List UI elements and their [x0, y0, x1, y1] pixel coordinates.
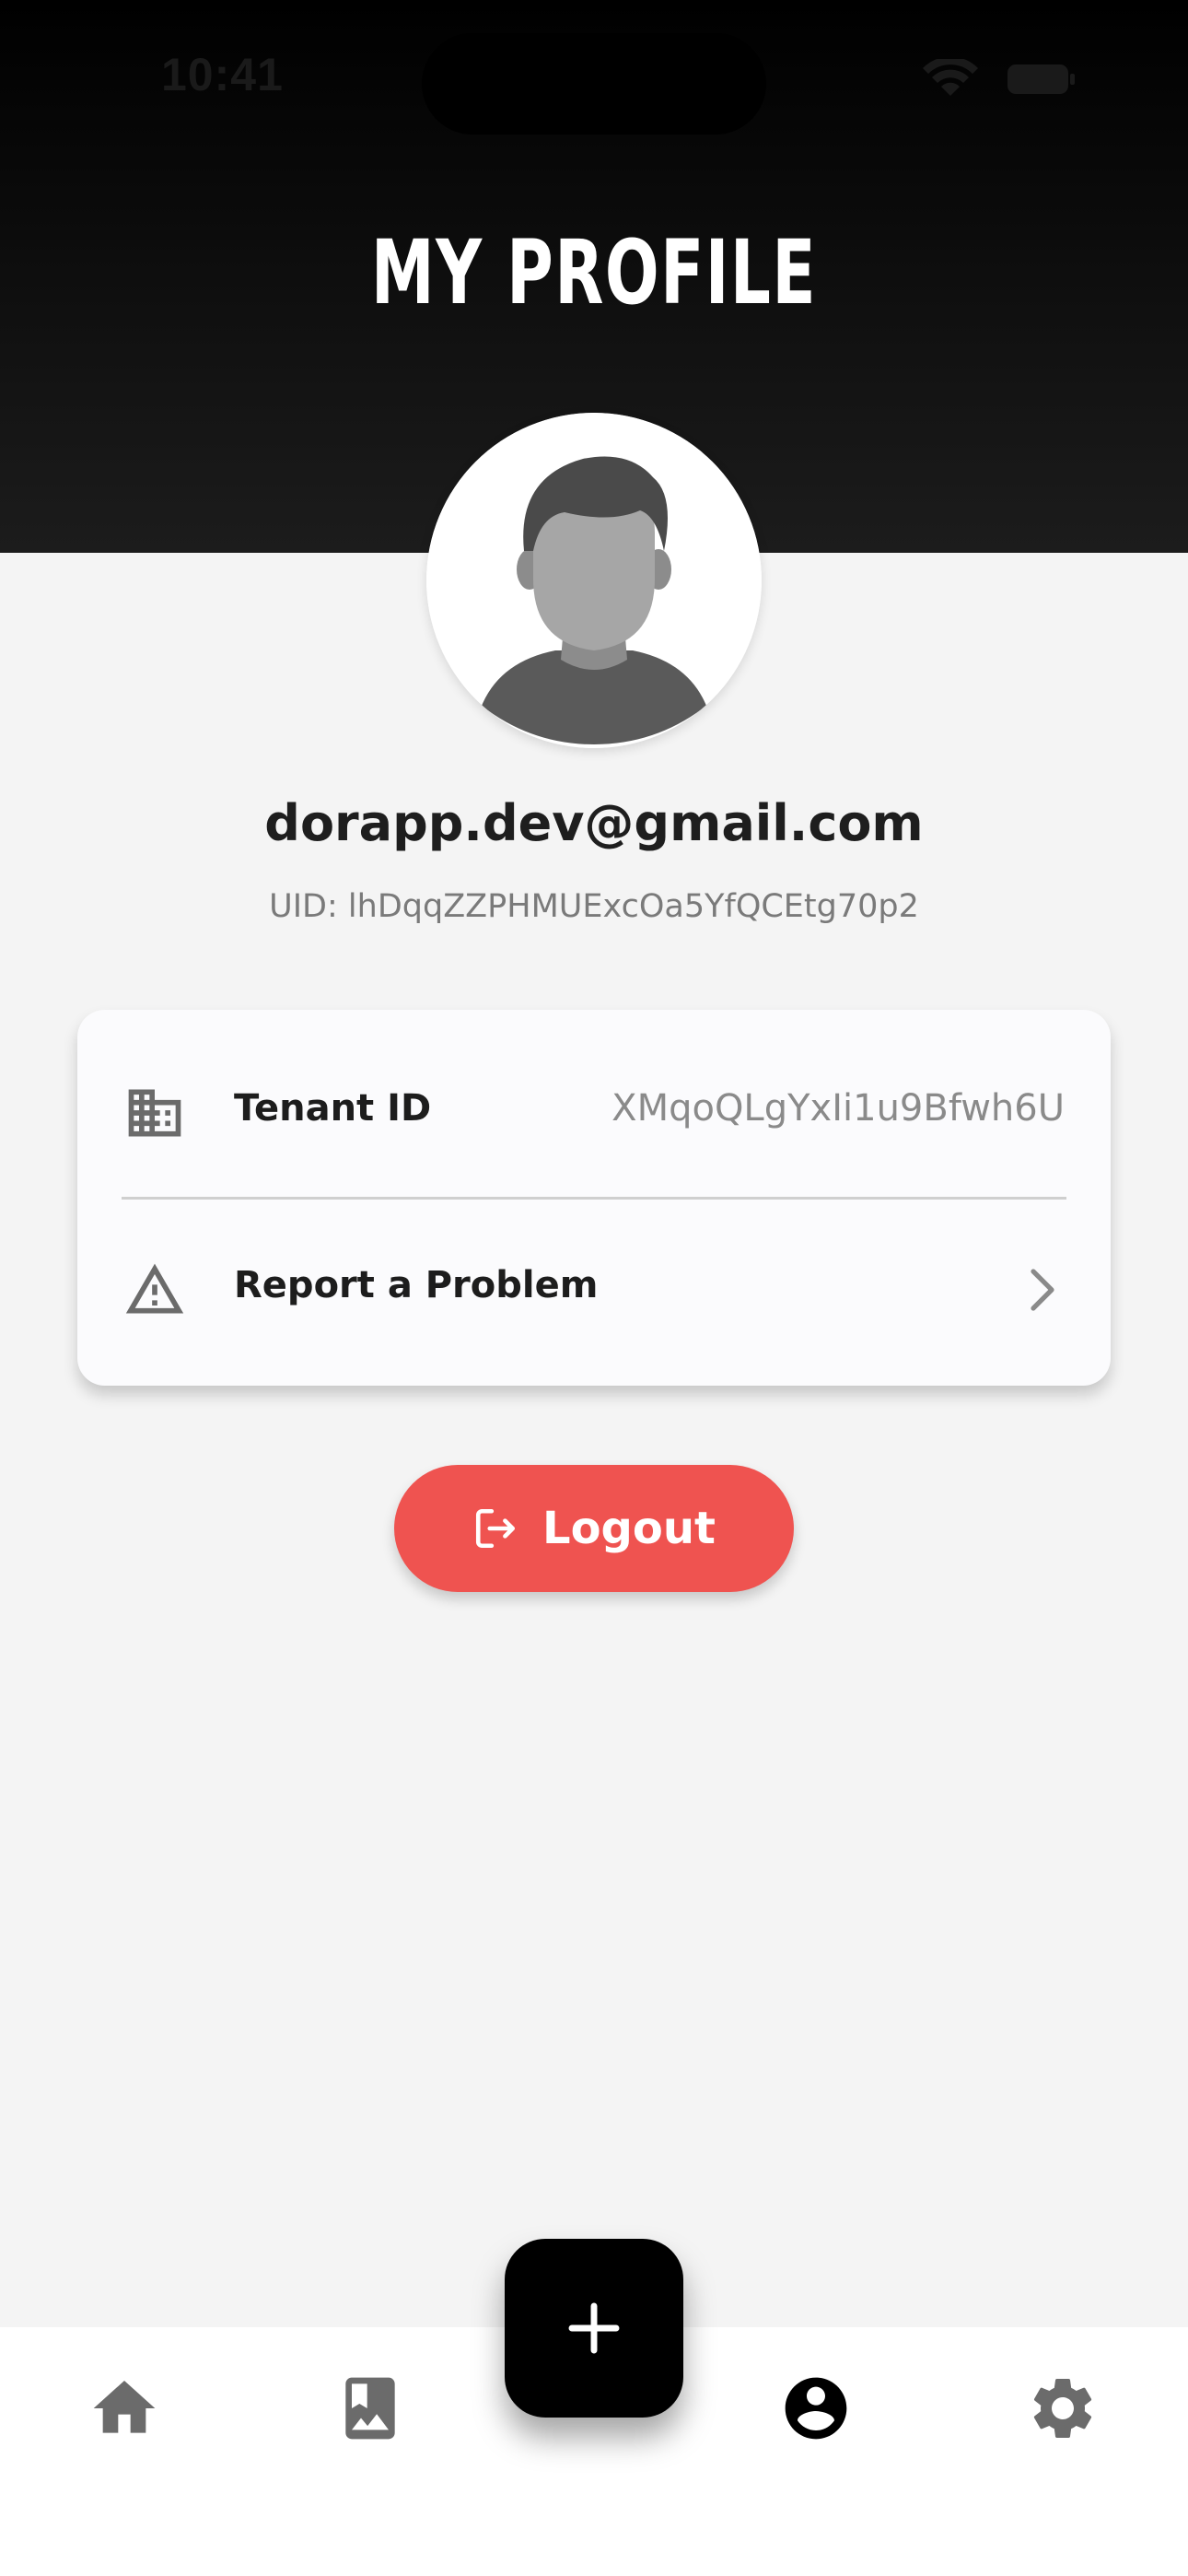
- nav-settings[interactable]: [1026, 2371, 1100, 2445]
- profile-avatar[interactable]: [426, 413, 762, 748]
- page-title: MY PROFILE: [370, 221, 818, 324]
- report-problem-label: Report a Problem: [234, 1264, 599, 1306]
- card-divider: [122, 1197, 1066, 1200]
- nav-home[interactable]: [87, 2371, 161, 2445]
- home-icon: [93, 2381, 156, 2433]
- default-avatar-icon: [426, 413, 762, 748]
- tenant-id-row: Tenant ID XMqoQLgYxIi1u9Bfwh6U: [77, 1028, 1111, 1198]
- logout-icon: [475, 1508, 516, 1549]
- account-circle-icon: [785, 2377, 847, 2440]
- photo-album-icon: [345, 2377, 395, 2440]
- plus-icon: [568, 2302, 620, 2354]
- nav-profile[interactable]: [779, 2371, 853, 2445]
- logout-button[interactable]: Logout: [394, 1465, 794, 1592]
- settings-gear-icon: [1033, 2379, 1092, 2438]
- user-email: dorapp.dev@gmail.com: [264, 794, 924, 852]
- add-fab-button[interactable]: [505, 2239, 683, 2418]
- nav-gallery[interactable]: [333, 2371, 407, 2445]
- wifi-icon: [923, 56, 978, 96]
- chevron-right-icon: [1031, 1269, 1054, 1311]
- dynamic-island: [422, 33, 766, 135]
- user-uid: UID: lhDqqZZPHMUExcOa5YfQCEtg70p2: [269, 888, 919, 925]
- report-problem-row[interactable]: Report a Problem: [77, 1205, 1111, 1375]
- building-icon: [128, 1089, 181, 1137]
- warning-icon: [125, 1263, 184, 1314]
- profile-info-card: Tenant ID XMqoQLgYxIi1u9Bfwh6U Report a …: [77, 1010, 1111, 1386]
- tenant-id-value: XMqoQLgYxIi1u9Bfwh6U: [611, 1087, 1065, 1130]
- logout-label: Logout: [542, 1503, 716, 1554]
- status-time: 10:41: [161, 49, 284, 100]
- battery-icon: [1007, 64, 1075, 94]
- tenant-id-label: Tenant ID: [234, 1087, 432, 1130]
- status-icons: [921, 56, 1077, 100]
